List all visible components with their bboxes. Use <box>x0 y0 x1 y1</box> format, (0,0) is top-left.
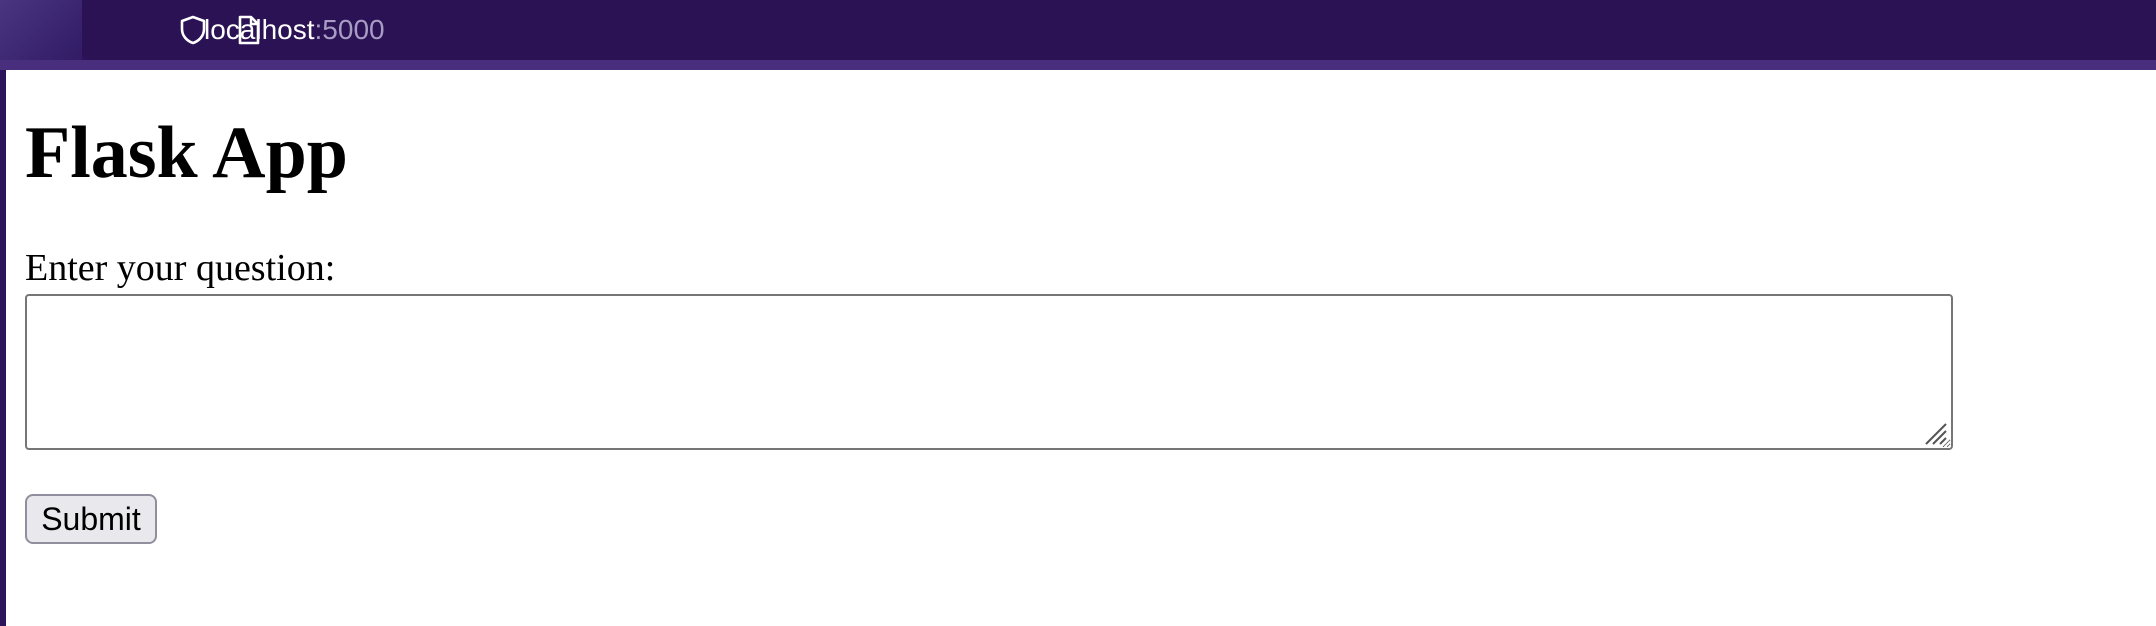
url-host: localhost <box>204 14 315 45</box>
question-textarea[interactable] <box>25 294 1953 450</box>
browser-toolbar: localhost:5000 <box>0 0 2156 70</box>
url-text[interactable]: localhost:5000 <box>204 12 385 48</box>
toolbar-bottom-edge <box>0 60 2156 70</box>
submit-button[interactable]: Submit <box>25 494 157 544</box>
question-label: Enter your question: <box>25 247 336 289</box>
window-left-edge <box>0 70 6 626</box>
url-port: :5000 <box>314 14 385 45</box>
address-bar[interactable] <box>82 0 2156 60</box>
page-title: Flask App <box>25 112 348 194</box>
